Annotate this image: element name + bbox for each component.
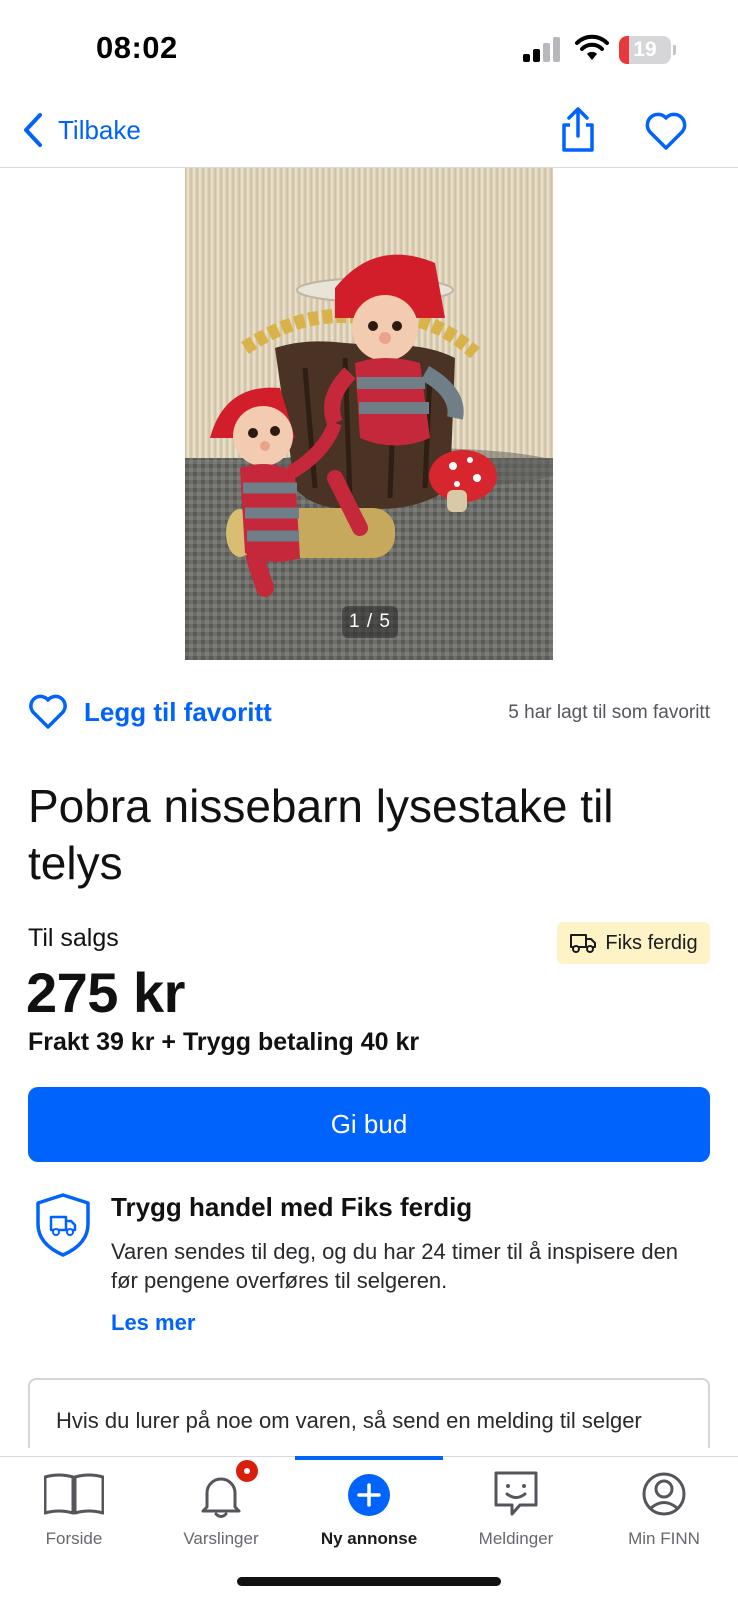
add-favorite-button[interactable]: Legg til favoritt <box>28 690 272 734</box>
safe-trade-info: Trygg handel med Fiks ferdig Varen sende… <box>28 1188 710 1338</box>
back-label: Tilbake <box>58 114 141 145</box>
add-favorite-label: Legg til favoritt <box>84 696 272 727</box>
nav-header: Tilbake <box>0 100 738 168</box>
product-photo <box>185 168 553 660</box>
book-icon <box>44 1473 104 1515</box>
make-bid-button[interactable]: Gi bud <box>28 1087 710 1162</box>
message-prompt: Hvis du lurer på noe om varen, så send e… <box>56 1408 642 1433</box>
shipping-cost: Frakt 39 kr + Trygg betaling 40 kr <box>28 1028 420 1056</box>
back-button[interactable]: Tilbake <box>22 110 141 150</box>
read-more-link[interactable]: Les mer <box>111 1310 195 1336</box>
tab-label: Meldinger <box>478 1529 554 1548</box>
signal-icon <box>523 36 563 62</box>
heart-outline-icon[interactable] <box>644 110 688 152</box>
tab-forside[interactable]: Forside <box>0 1457 148 1557</box>
tab-label: Min FINN <box>628 1529 700 1548</box>
sale-label: Til salgs <box>28 924 119 952</box>
favorite-row: Legg til favoritt 5 har lagt til som fav… <box>28 690 710 734</box>
tab-label: Forside <box>45 1529 103 1548</box>
shield-delivery-icon <box>36 1193 90 1257</box>
tab-ny-annonse[interactable]: Ny annonse <box>295 1457 443 1557</box>
safe-trade-text: Varen sendes til deg, og du har 24 timer… <box>111 1239 679 1293</box>
tab-meldinger[interactable]: Meldinger <box>442 1457 590 1557</box>
home-indicator[interactable] <box>237 1577 501 1586</box>
status-bar: 08:02 19 <box>0 0 738 100</box>
message-seller-box[interactable]: Hvis du lurer på noe om varen, så send e… <box>28 1378 710 1448</box>
chevron-left-icon <box>24 113 42 147</box>
tab-min-finn[interactable]: Min FINN <box>590 1457 738 1557</box>
wifi-icon <box>575 34 609 60</box>
chat-icon <box>494 1471 538 1516</box>
heart-outline-icon <box>29 694 67 729</box>
status-time: 08:02 <box>96 30 178 65</box>
tab-label: Ny annonse <box>320 1529 418 1548</box>
product-image-gallery[interactable]: 1 / 5 <box>185 168 553 660</box>
tab-varslinger[interactable]: Varslinger <box>147 1457 295 1557</box>
favorite-count: 5 har lagt til som favoritt <box>508 702 710 723</box>
delivery-truck-icon <box>570 934 597 953</box>
fiks-ferdig-badge: Fiks ferdig <box>557 922 710 964</box>
notification-badge <box>234 1458 260 1484</box>
image-counter: 1 / 5 <box>342 606 398 638</box>
plus-circle-icon <box>348 1474 390 1516</box>
tab-label: Varslinger <box>183 1529 259 1548</box>
safe-trade-title: Trygg handel med Fiks ferdig <box>111 1192 473 1222</box>
battery-icon: 19 <box>619 36 676 64</box>
listing-title: Pobra nissebarn lysestake til telys <box>28 780 614 889</box>
price: 275 kr <box>26 961 185 1024</box>
battery-level: 19 <box>633 38 657 61</box>
badge-label: Fiks ferdig <box>605 931 698 954</box>
profile-icon <box>642 1472 686 1516</box>
share-icon[interactable] <box>556 106 600 154</box>
